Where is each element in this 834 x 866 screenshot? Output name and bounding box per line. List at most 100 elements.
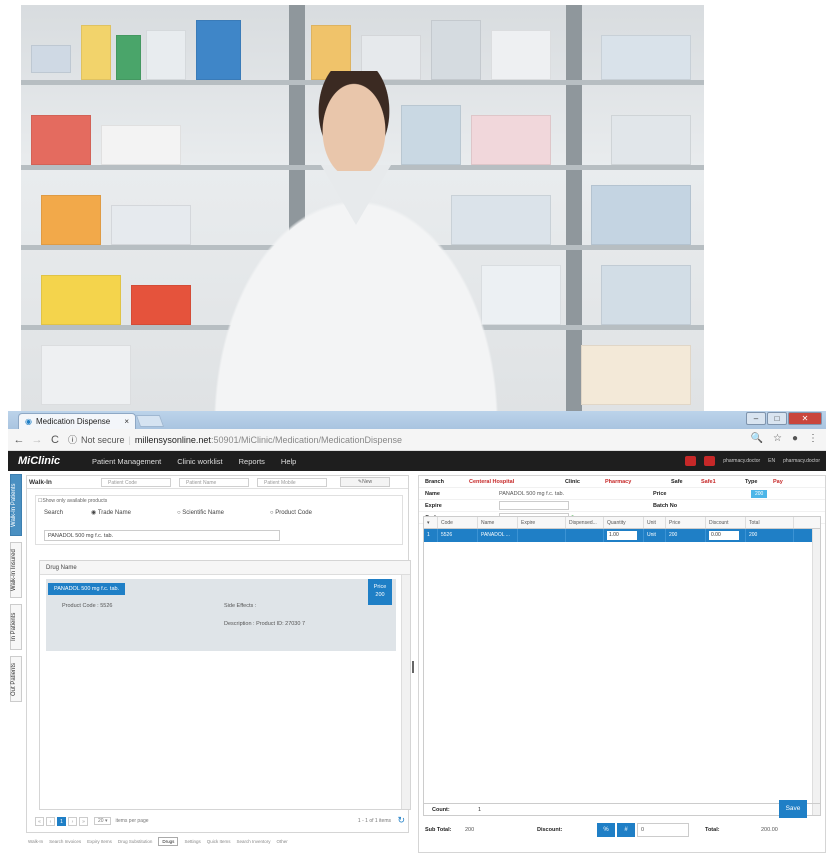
browser-tab[interactable]: ◉ Medication Dispense × [18, 413, 136, 429]
zoom-icon[interactable]: 🔍 [751, 433, 763, 444]
last-page-icon[interactable]: » [79, 816, 88, 826]
refresh-icon[interactable]: ↻ [397, 815, 405, 826]
expire-select[interactable] [499, 501, 569, 510]
hash-button[interactable]: # [617, 823, 635, 837]
maximize-button[interactable]: □ [767, 412, 787, 425]
btab-search-inventory[interactable]: Search Inventory [236, 839, 270, 844]
vtab-out-patients[interactable]: Out Patients [10, 656, 22, 702]
panel-splitter[interactable] [412, 661, 414, 673]
message-icon[interactable] [704, 456, 716, 466]
btab-quick-items[interactable]: Quick Items [207, 839, 231, 844]
app-navbar: MiClinic Patient Management Clinic workl… [8, 451, 826, 471]
nav-patient-management[interactable]: Patient Management [92, 457, 161, 466]
subtotal-label: Sub Total: [425, 827, 452, 833]
col-expire[interactable]: Expire [518, 517, 566, 528]
url-field[interactable]: ⓘ Not secure | millensysonline.net:50901… [68, 432, 428, 448]
app-logo[interactable]: MiClinic [18, 455, 76, 467]
back-icon[interactable]: ← [12, 434, 26, 446]
new-tab-button[interactable] [135, 415, 165, 427]
patient-mobile-input[interactable]: Patient Mobile [257, 477, 327, 487]
radio-product-code[interactable]: ○ Product Code [270, 510, 312, 516]
btab-other[interactable]: Other [277, 839, 288, 844]
col-code[interactable]: Code [438, 517, 478, 528]
reload-icon[interactable]: C [48, 434, 62, 446]
radio-product-code-label: Product Code [275, 509, 312, 516]
radio-scientific-name[interactable]: ○ Scientific Name [177, 510, 224, 516]
vtab-walk-in-patients[interactable]: Walk-In Patients [10, 474, 22, 536]
row-code: 5526 [438, 529, 478, 542]
col-unit[interactable]: Unit [644, 517, 666, 528]
bottom-tabs: Walk-In Search Invoices Expiry Items Dru… [26, 836, 409, 846]
grid-scrollbar[interactable] [812, 529, 820, 815]
row-price: 200 [666, 529, 706, 542]
close-window-button[interactable]: ✕ [788, 412, 822, 425]
nav-help[interactable]: Help [281, 457, 296, 466]
price-label: Price [653, 490, 667, 497]
name-label: Name [425, 490, 440, 497]
forward-icon[interactable]: → [30, 434, 44, 446]
new-label: New [362, 479, 373, 485]
discount-label: Discount: [537, 827, 563, 833]
minimize-button[interactable]: – [746, 412, 766, 425]
btab-drug-substitution[interactable]: Drug Substitution [118, 839, 153, 844]
user-menu[interactable]: pharmacy.doctor [723, 458, 760, 464]
page-size-select[interactable]: 20 ▾ [94, 817, 112, 825]
subtotal-value: 200 [465, 827, 475, 833]
btab-walk-in[interactable]: Walk-In [28, 839, 43, 844]
btab-expiry-items[interactable]: Expiry Items [87, 839, 112, 844]
pharmacist-photo [21, 5, 704, 413]
drug-card[interactable]: PANADOL 500 mg f.c. tab. Price 200 Produ… [46, 579, 396, 651]
drug-name-tag[interactable]: PANADOL 500 mg f.c. tab. [48, 583, 126, 595]
price-value: 200 [375, 592, 385, 598]
results-scrollbar[interactable] [401, 575, 410, 809]
prev-page-icon[interactable]: ‹ [46, 816, 55, 826]
col-discount[interactable]: Discount [706, 517, 746, 528]
btab-search-invoices[interactable]: Search Invoices [49, 839, 81, 844]
totals-row: Sub Total: 200 Discount: % # 0 Total: 20… [423, 818, 821, 842]
product-code: Product Code : 5526 [62, 603, 113, 609]
first-page-icon[interactable]: « [35, 816, 44, 826]
language-selector[interactable]: EN [768, 458, 775, 464]
table-row[interactable]: 1 5526 PANADOL ... 1.00 Unit 200 0.00 20… [424, 529, 820, 542]
btab-settings[interactable]: Settings [184, 839, 200, 844]
extension-icon[interactable]: ● [792, 433, 798, 444]
notification-icon[interactable] [685, 456, 697, 466]
patient-name-input[interactable]: Patient Name [179, 477, 249, 487]
address-bar: ← → C ⓘ Not secure | millensysonline.net… [8, 429, 826, 451]
tab-bar: ◉ Medication Dispense × – □ ✕ [8, 411, 826, 429]
patient-code-input[interactable]: Patient Code [101, 477, 171, 487]
quantity-stepper[interactable]: 1.00 [607, 531, 637, 540]
safe-value: Safe1 [701, 478, 716, 485]
btab-drugs[interactable]: Drugs [158, 836, 179, 846]
star-icon[interactable]: ☆ [773, 433, 782, 444]
col-dispensed[interactable]: Dispensed... [566, 517, 604, 528]
discount-input[interactable]: 0 [637, 823, 689, 837]
col-quantity[interactable]: Quantity [604, 517, 644, 528]
menu-icon[interactable]: ⋮ [808, 433, 818, 444]
discount-stepper[interactable]: 0.00 [709, 531, 739, 540]
row-dispensed [566, 529, 604, 542]
radio-trade-name[interactable]: ◉ Trade Name [91, 509, 131, 516]
range-label: 1 - 1 of 1 items [357, 818, 391, 824]
drug-search-input[interactable]: PANADOL 500 mg f.c. tab. [44, 530, 280, 541]
next-page-icon[interactable]: › [68, 816, 77, 826]
col-total[interactable]: Total [746, 517, 794, 528]
close-tab-icon[interactable]: × [124, 417, 129, 426]
new-button[interactable]: ✎New [340, 477, 390, 487]
save-button[interactable]: Save [779, 800, 807, 818]
url-host: millensysonline.net [134, 434, 211, 445]
percent-button[interactable]: % [597, 823, 615, 837]
page-current[interactable]: 1 [57, 816, 66, 826]
row-quantity: 1.00 [604, 529, 644, 542]
col-name[interactable]: Name [478, 517, 518, 528]
branch-label: Branch [425, 478, 444, 485]
nav-reports[interactable]: Reports [239, 457, 265, 466]
nav-clinic-worklist[interactable]: Clinic worklist [177, 457, 222, 466]
row-unit: Unit [644, 529, 666, 542]
page-size-value: 20 [98, 818, 104, 824]
dispense-panel: Branch Centeral Hospital Clinic Pharmacy… [418, 475, 826, 853]
collapse-icon[interactable]: ▾ [424, 517, 438, 528]
col-price[interactable]: Price [666, 517, 706, 528]
vtab-in-patients[interactable]: In Patients [10, 604, 22, 650]
vtab-walk-in-insured[interactable]: Walk-In Insured [10, 542, 22, 598]
